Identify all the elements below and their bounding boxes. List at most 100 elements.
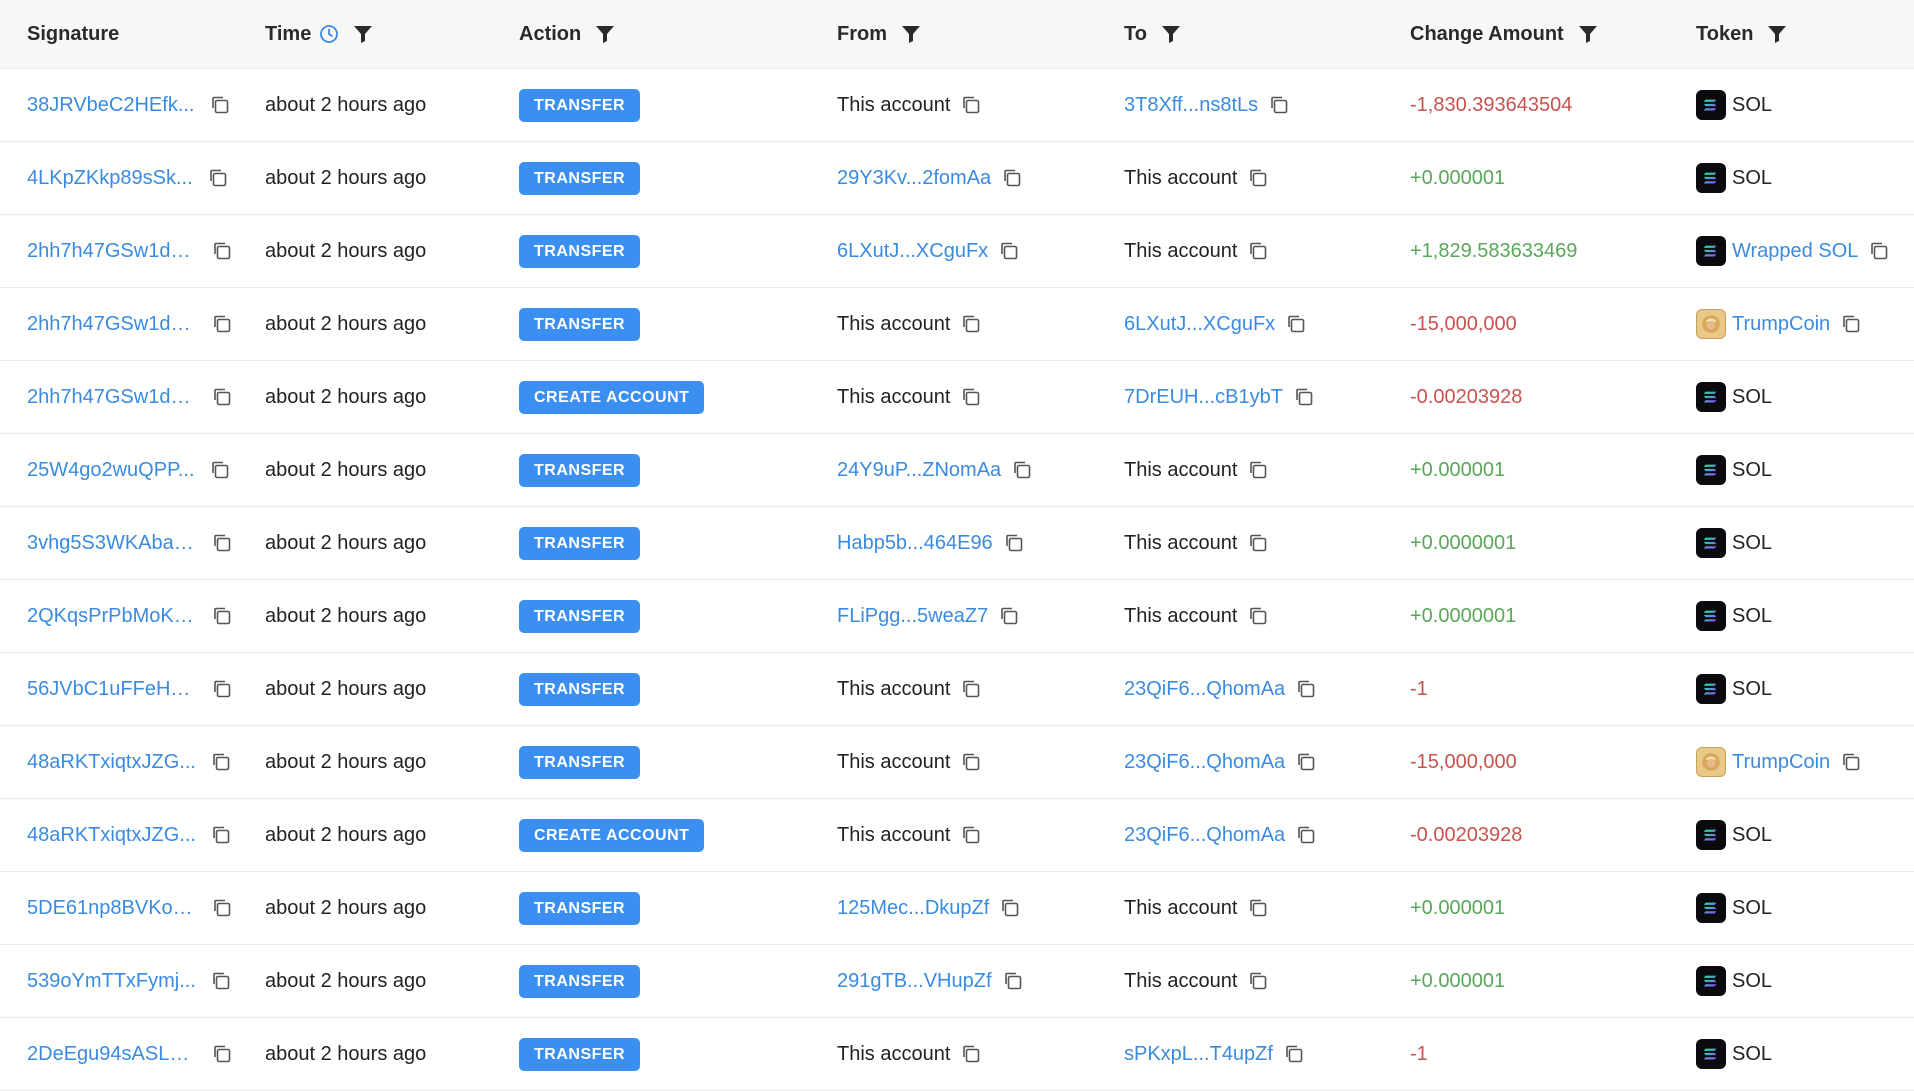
filter-icon[interactable] [353, 25, 373, 43]
copy-icon[interactable] [1011, 459, 1033, 481]
signature-link[interactable]: 2DeEgu94sASLX... [27, 1043, 197, 1066]
signature-link[interactable]: 38JRVbeC2HEfk... [27, 94, 195, 117]
token-name[interactable]: TrumpCoin [1732, 751, 1830, 774]
filter-icon[interactable] [1767, 25, 1787, 43]
copy-icon[interactable] [211, 313, 233, 335]
token-name[interactable]: Wrapped SOL [1732, 240, 1858, 263]
table-row[interactable]: 3vhg5S3WKAbaL... about 2 hours ago TRANSFE… [0, 507, 1914, 580]
filter-icon[interactable] [1161, 25, 1181, 43]
copy-icon[interactable] [211, 386, 233, 408]
table-row[interactable]: 48aRKTxiqtxJZG... about 2 hours ago CREATE… [0, 799, 1914, 872]
table-row[interactable]: 5DE61np8BVKo4... about 2 hours ago TRANSFE… [0, 872, 1914, 945]
table-row[interactable]: 2hh7h47GSw1dG... about 2 hours ago CREATE … [0, 361, 1914, 434]
copy-icon[interactable] [210, 824, 232, 846]
table-row[interactable]: 48aRKTxiqtxJZG... about 2 hours ago TRANSF… [0, 726, 1914, 799]
from-address[interactable]: 24Y9uP...ZNomAa [837, 459, 1001, 482]
copy-icon[interactable] [1247, 240, 1269, 262]
copy-icon[interactable] [1247, 605, 1269, 627]
signature-link[interactable]: 48aRKTxiqtxJZG... [27, 751, 196, 774]
copy-icon[interactable] [998, 605, 1020, 627]
from-address[interactable]: 291gTB...VHupZf [837, 970, 992, 993]
copy-icon[interactable] [1247, 167, 1269, 189]
copy-icon[interactable] [1295, 824, 1317, 846]
signature-link[interactable]: 2QKqsPrPbMoKLj... [27, 605, 197, 628]
copy-icon[interactable] [1285, 313, 1307, 335]
copy-icon[interactable] [209, 94, 231, 116]
copy-icon[interactable] [1268, 94, 1290, 116]
copy-icon[interactable] [1247, 897, 1269, 919]
filter-icon[interactable] [901, 25, 921, 43]
table-row[interactable]: 2DeEgu94sASLX... about 2 hours ago TRANSFE… [0, 1018, 1914, 1091]
from-address[interactable]: 125Mec...DkupZf [837, 897, 989, 920]
table-row[interactable]: 2QKqsPrPbMoKLj... about 2 hours ago TRANSF… [0, 580, 1914, 653]
copy-icon[interactable] [998, 240, 1020, 262]
copy-icon[interactable] [211, 532, 233, 554]
signature-link[interactable]: 25W4go2wuQPP... [27, 459, 195, 482]
to-address[interactable]: 7DrEUH...cB1ybT [1124, 386, 1283, 409]
copy-icon[interactable] [960, 824, 982, 846]
signature-link[interactable]: 4LKpZKkp89sSk... [27, 167, 193, 190]
copy-icon[interactable] [1283, 1043, 1305, 1065]
to-address[interactable]: 23QiF6...QhomAa [1124, 824, 1285, 847]
token-name[interactable]: TrumpCoin [1732, 313, 1830, 336]
copy-icon[interactable] [999, 897, 1021, 919]
header-time-label: Time [265, 22, 312, 45]
copy-icon[interactable] [960, 94, 982, 116]
copy-icon[interactable] [1247, 459, 1269, 481]
copy-icon[interactable] [1247, 970, 1269, 992]
copy-icon[interactable] [960, 751, 982, 773]
copy-icon[interactable] [209, 459, 231, 481]
to-address[interactable]: 3T8Xff...ns8tLs [1124, 94, 1258, 117]
table-row[interactable]: 25W4go2wuQPP... about 2 hours ago TRANSFER… [0, 434, 1914, 507]
signature-link[interactable]: 56JVbC1uFFeHH... [27, 678, 197, 701]
clock-icon[interactable] [319, 24, 339, 44]
solana-token-icon [1696, 820, 1726, 850]
copy-icon[interactable] [960, 386, 982, 408]
table-row[interactable]: 56JVbC1uFFeHH... about 2 hours ago TRANSFE… [0, 653, 1914, 726]
copy-icon[interactable] [210, 970, 232, 992]
signature-link[interactable]: 48aRKTxiqtxJZG... [27, 824, 196, 847]
table-row[interactable]: 2hh7h47GSw1dG... about 2 hours ago TRANSFE… [0, 288, 1914, 361]
from-address[interactable]: Habp5b...464E96 [837, 532, 993, 555]
table-row[interactable]: 2hh7h47GSw1dG... about 2 hours ago TRANSFE… [0, 215, 1914, 288]
to-address[interactable]: 23QiF6...QhomAa [1124, 751, 1285, 774]
signature-link[interactable]: 5DE61np8BVKo4... [27, 897, 197, 920]
copy-icon[interactable] [960, 313, 982, 335]
to-address[interactable]: 6LXutJ...XCguFx [1124, 313, 1275, 336]
copy-icon[interactable] [211, 605, 233, 627]
copy-icon[interactable] [1001, 167, 1023, 189]
signature-link[interactable]: 3vhg5S3WKAbaL... [27, 532, 197, 555]
copy-icon[interactable] [960, 678, 982, 700]
copy-icon[interactable] [1293, 386, 1315, 408]
copy-icon[interactable] [211, 1043, 233, 1065]
copy-icon[interactable] [211, 678, 233, 700]
copy-icon[interactable] [1295, 678, 1317, 700]
copy-icon[interactable] [211, 897, 233, 919]
from-address[interactable]: 29Y3Kv...2fomAa [837, 167, 991, 190]
table-row[interactable]: 539oYmTTxFymj... about 2 hours ago TRANSFE… [0, 945, 1914, 1018]
copy-icon[interactable] [960, 1043, 982, 1065]
copy-icon[interactable] [1003, 532, 1025, 554]
from-address[interactable]: FLiPgg...5weaZ7 [837, 605, 988, 628]
copy-icon[interactable] [207, 167, 229, 189]
signature-link[interactable]: 2hh7h47GSw1dG... [27, 386, 197, 409]
filter-icon[interactable] [1578, 25, 1598, 43]
copy-icon[interactable] [1868, 240, 1890, 262]
table-row[interactable]: 4LKpZKkp89sSk... about 2 hours ago TRANSFE… [0, 142, 1914, 215]
signature-link[interactable]: 539oYmTTxFymj... [27, 970, 196, 993]
signature-link[interactable]: 2hh7h47GSw1dG... [27, 313, 197, 336]
from-address[interactable]: 6LXutJ...XCguFx [837, 240, 988, 263]
copy-icon[interactable] [1295, 751, 1317, 773]
copy-icon[interactable] [211, 240, 233, 262]
copy-icon[interactable] [210, 751, 232, 773]
to-address[interactable]: 23QiF6...QhomAa [1124, 678, 1285, 701]
signature-link[interactable]: 2hh7h47GSw1dG... [27, 240, 197, 263]
to-cell: This account [1124, 240, 1410, 263]
copy-icon[interactable] [1840, 313, 1862, 335]
to-address[interactable]: sPKxpL...T4upZf [1124, 1043, 1273, 1066]
copy-icon[interactable] [1840, 751, 1862, 773]
copy-icon[interactable] [1002, 970, 1024, 992]
filter-icon[interactable] [595, 25, 615, 43]
copy-icon[interactable] [1247, 532, 1269, 554]
table-row[interactable]: 38JRVbeC2HEfk... about 2 hours ago TRANSFE… [0, 69, 1914, 142]
